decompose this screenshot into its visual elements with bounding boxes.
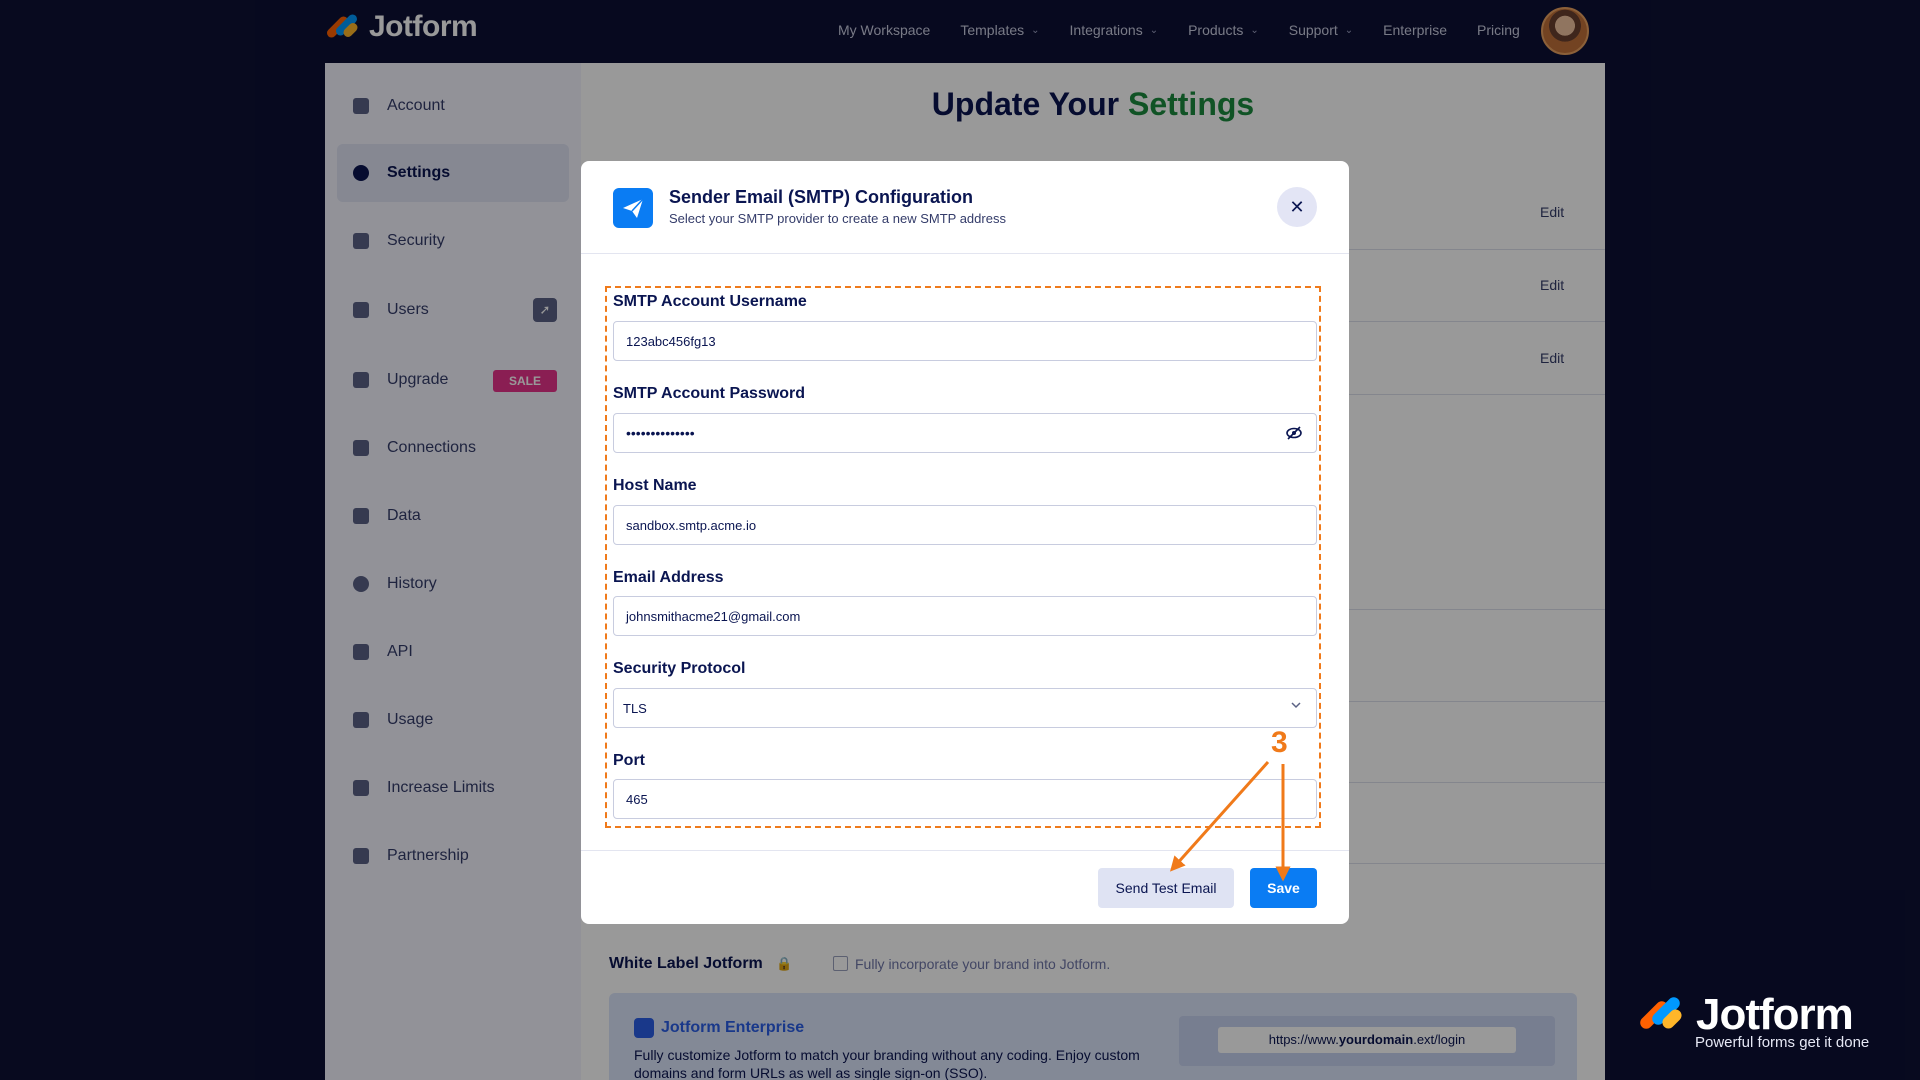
arrow-to-test-email bbox=[1170, 761, 1270, 872]
annotation-step-number: 3 bbox=[1271, 726, 1288, 759]
jotform-logo-icon bbox=[1637, 992, 1688, 1038]
watermark-tagline: Powerful forms get it done bbox=[1695, 1034, 1870, 1051]
jotform-watermark: Jotform bbox=[1637, 990, 1854, 1040]
annotation-arrows bbox=[1170, 761, 1291, 882]
watermark-brand: Jotform bbox=[1696, 990, 1854, 1039]
